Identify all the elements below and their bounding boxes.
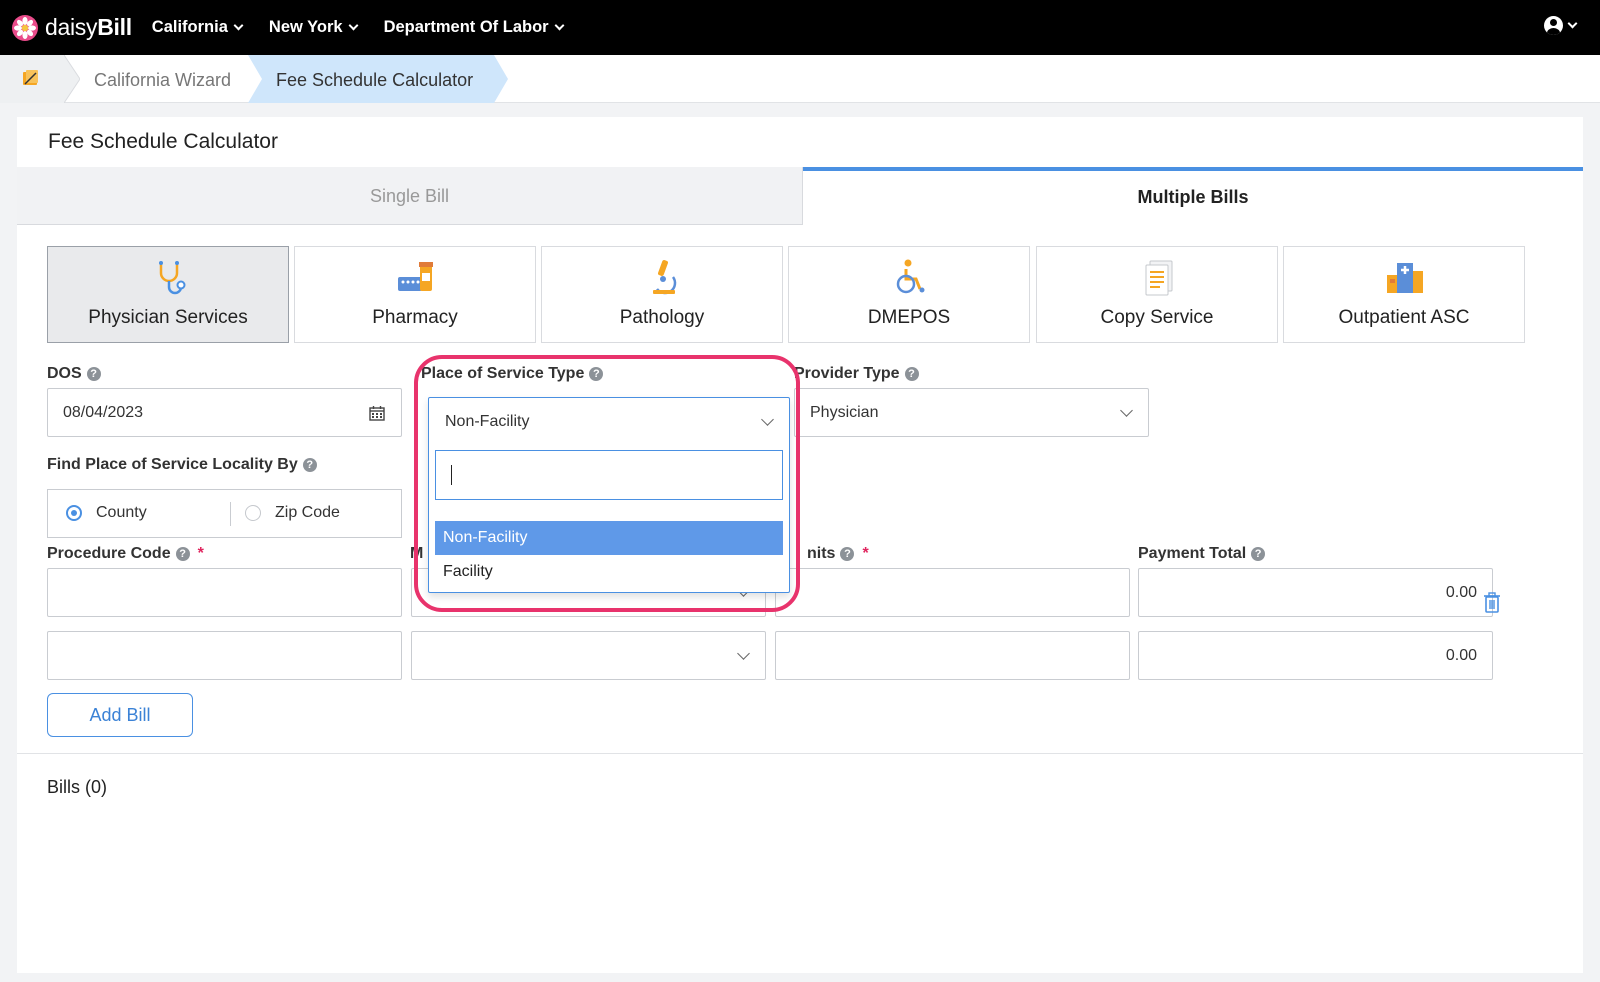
daisy-flower-icon [12,14,38,41]
highlight-annotation [414,355,800,612]
units-input[interactable] [775,568,1130,617]
wheelchair-icon [896,259,925,294]
radio-label: Zip Code [275,504,340,521]
category-label: Pharmacy [372,307,458,328]
category-label: Pathology [619,307,705,328]
home-folder-icon [23,70,38,85]
provider-type-value: Physician [810,403,879,421]
dos-value: 08/04/2023 [63,403,144,421]
category-dmepos[interactable]: DMEPOS [788,246,1030,343]
bills-count: Bills (0) [47,777,108,797]
nav-menu-department-of-labor[interactable]: Department Of Labor [384,18,565,37]
radio-unchecked-icon [245,505,261,521]
add-bill-button[interactable]: Add Bill [47,693,193,737]
nav-menu-california[interactable]: California [152,18,244,37]
category-label: Physician Services [88,307,248,328]
payment-total-value: 0.00 [1445,583,1477,601]
category-label: DMEPOS [867,307,951,328]
user-menu[interactable] [1544,16,1578,35]
radio-zip-code[interactable]: Zip Code [245,504,340,522]
category-pharmacy[interactable]: Pharmacy [294,246,536,343]
locality-radio-group: County Zip Code [47,489,402,538]
calculator-panel: Fee Schedule Calculator Single Bill Mult… [17,117,1583,973]
dos-field[interactable]: 08/04/2023 [47,388,402,437]
breadcrumb-home[interactable] [0,55,64,103]
pharmacy-icon [398,262,433,291]
daisybill-logo[interactable]: daisyBill [11,14,132,42]
required-marker: * [862,545,869,562]
category-pathology[interactable]: Pathology [541,246,783,343]
divider [17,753,1583,754]
tab-multiple-bills[interactable]: Multiple Bills [803,167,1583,225]
procedure-code-input[interactable] [47,631,402,680]
procedure-code-label: Procedure Code? * [47,545,204,562]
hospital-icon [1387,263,1423,293]
payment-total-field: 0.00 [1138,568,1493,617]
help-icon[interactable]: ? [1251,547,1266,561]
provider-type-select[interactable]: Physician [794,388,1149,437]
help-icon[interactable]: ? [175,547,190,561]
top-nav: daisyBill California New York Department… [0,0,1600,55]
tab-single-bill[interactable]: Single Bill [17,167,803,225]
units-input[interactable] [775,631,1130,680]
user-avatar-icon [1544,16,1563,35]
breadcrumb: California Wizard Fee Schedule Calculato… [0,55,1600,103]
category-label: Outpatient ASC [1338,307,1470,328]
procedure-code-input[interactable] [47,568,402,617]
calendar-icon[interactable] [369,405,385,421]
page-title: Fee Schedule Calculator [48,130,278,153]
microscope-icon [653,260,677,295]
payment-total-value: 0.00 [1445,646,1477,664]
category-label: Copy Service [1100,307,1214,328]
breadcrumb-separator [64,55,80,103]
chevron-down-icon [554,20,565,31]
divider [230,502,231,526]
radio-county[interactable]: County [66,504,147,522]
required-marker: * [197,545,204,562]
document-icon [1145,260,1173,296]
help-icon[interactable]: ? [86,367,101,381]
chevron-down-icon [1120,403,1133,417]
provider-type-label: Provider Type? [794,365,919,383]
help-icon[interactable]: ? [904,367,919,381]
chevron-down-icon [1567,18,1578,29]
locality-label: Find Place of Service Locality By? [47,456,317,474]
chevron-down-icon [737,646,750,660]
trash-icon[interactable] [1483,592,1501,613]
category-copy-service[interactable]: Copy Service [1036,246,1278,343]
category-outpatient-asc[interactable]: Outpatient ASC [1283,246,1525,343]
radio-label: County [96,504,147,521]
modifier-select[interactable] [411,631,766,680]
help-icon[interactable]: ? [840,547,855,561]
payment-total-field: 0.00 [1138,631,1493,680]
nav-menu-new-york[interactable]: New York [269,18,359,37]
stethoscope-icon [159,261,186,295]
bill-tabs: Single Bill Multiple Bills [17,167,1583,225]
dos-label: DOS? [47,365,101,383]
breadcrumb-california-wizard[interactable]: California Wizard [94,70,231,91]
radio-checked-icon [66,505,82,521]
chevron-down-icon [348,20,359,31]
payment-total-label: Payment Total? [1138,545,1266,563]
brand-name: daisyBill [45,14,132,40]
chevron-down-icon [233,20,244,31]
help-icon[interactable]: ? [302,458,317,472]
category-physician-services[interactable]: Physician Services [47,246,289,343]
units-label: nits? * [807,545,869,562]
breadcrumb-fee-schedule-calculator: Fee Schedule Calculator [276,70,474,90]
